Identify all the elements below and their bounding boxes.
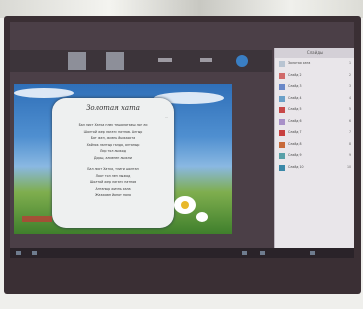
slide-list-item[interactable]: Слайд 9 9 (277, 151, 353, 162)
participant-video[interactable] (106, 52, 124, 70)
slide-list-number: 7 (348, 130, 351, 134)
call-control[interactable] (158, 58, 172, 62)
slide-list-item[interactable]: Слайд 6 6 (277, 117, 353, 128)
screen: Золотая хата ... Бал лист Хатка плес теш… (10, 22, 354, 258)
slide-list-label: Слайд 2 (288, 72, 302, 77)
participant-video[interactable] (68, 52, 86, 70)
slide-list-number: 4 (348, 95, 351, 100)
slide-list-label: Слайд 9 (288, 153, 302, 157)
daisy-center (181, 201, 189, 209)
stanza-2: Бал лист Хатка, тлиги шолтап Лоот тол лен… (58, 166, 168, 199)
slide-list-label: Слайд 4 (288, 95, 302, 100)
slide-list-label: Слайд 3 (288, 84, 302, 88)
cloud (14, 88, 74, 98)
slide-list-item[interactable]: Слайд 4 4 (277, 94, 353, 105)
slide-list-number: 6 (348, 118, 351, 123)
slide-list-item[interactable]: Слайд 10 10 (277, 163, 353, 174)
video-call-bar (10, 50, 272, 72)
slide-thumbnail-icon (279, 118, 285, 125)
slide-footer-mark (22, 216, 52, 222)
slide-thumbnail-icon (279, 164, 285, 171)
slide-thumbnail-icon (279, 95, 285, 102)
poem-line: Жазжавн йонот пала (95, 193, 131, 197)
slide-list-item[interactable]: Золотая хата 1 (277, 59, 353, 70)
stanza-1: Бал лист Хатка плес тешалатаеш лог ли Шол… (58, 122, 168, 161)
slide-list-number: 9 (348, 153, 351, 157)
slide-list-number: 3 (348, 84, 351, 88)
slides-panel: Слайды Золотая хата 1 Слайд 2 2 Слайд 3 3 Слай… (274, 48, 354, 248)
poem-card: Золотая хата ... Бал лист Хатка плес теш… (52, 98, 174, 228)
slide-subtitle: ... (165, 115, 168, 119)
taskbar-icon[interactable] (32, 251, 37, 255)
slide-thumbnail-icon (279, 153, 285, 159)
panel-header: Слайды (275, 48, 354, 58)
slide-list-label: Слайд 5 (288, 107, 302, 111)
slide-thumbnail-icon (279, 84, 285, 90)
slide-list-number: 2 (348, 72, 351, 77)
slide-list-item[interactable]: Слайд 7 7 (277, 128, 353, 139)
slide-list-number: 10 (346, 164, 351, 169)
start-icon[interactable] (16, 251, 21, 255)
slide-list-number: 5 (348, 107, 351, 111)
taskbar-icon[interactable] (260, 251, 265, 255)
slide-list-number: 8 (348, 141, 351, 146)
slide-thumbnail-icon (279, 61, 285, 67)
taskbar-icon[interactable] (242, 251, 247, 255)
slide-thumbnail-icon (279, 72, 285, 79)
record-icon[interactable] (236, 55, 248, 67)
slide-list-item[interactable]: Слайд 5 5 (277, 105, 353, 116)
slide-thumbnail-icon (279, 107, 285, 113)
taskbar (10, 248, 354, 258)
slide-list-item[interactable]: Слайд 8 8 (277, 140, 353, 151)
slide-list-label: Слайд 6 (288, 118, 302, 123)
slide-title: Золотая хата (86, 104, 140, 112)
slide-list-item[interactable]: Слайд 3 3 (277, 82, 353, 93)
slide-list-label: Слайд 10 (288, 164, 304, 169)
slide-list-label: Слайд 8 (288, 141, 302, 146)
call-control[interactable] (200, 58, 212, 62)
slide-list-label: Слайд 7 (288, 130, 302, 134)
daisy-icon (196, 212, 208, 222)
slide-list-item[interactable]: Слайд 2 2 (277, 71, 353, 82)
slide-thumbnail-icon (279, 141, 285, 148)
slide-list-label: Золотая хата (288, 61, 311, 65)
slide-thumbnail-icon (279, 130, 285, 136)
presentation-slide[interactable]: Золотая хата ... Бал лист Хатка плес теш… (14, 84, 232, 234)
slide-list-number: 1 (348, 61, 351, 65)
tray-icon[interactable] (310, 251, 315, 255)
